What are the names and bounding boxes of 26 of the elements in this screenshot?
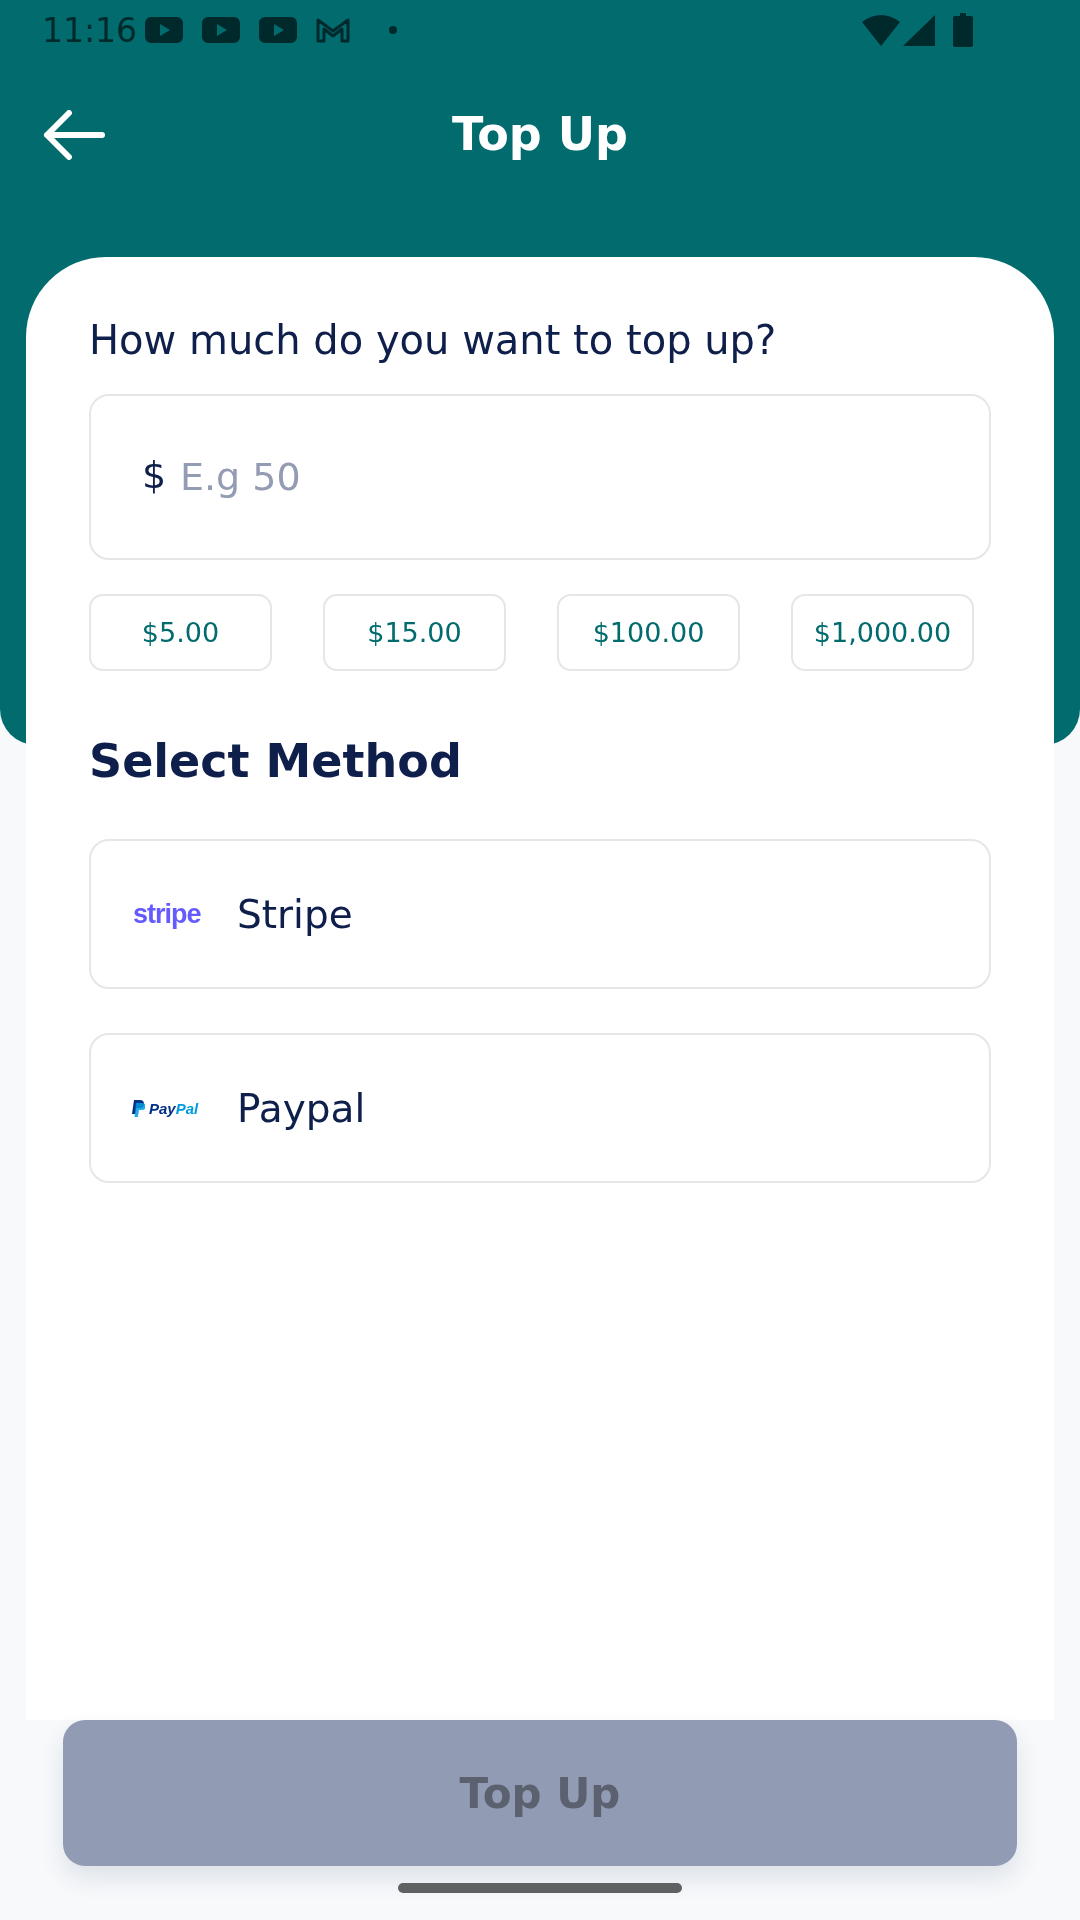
method-name: Stripe: [237, 891, 353, 937]
amount-preset-button[interactable]: $100.00: [557, 594, 740, 671]
payment-method-option[interactable]: PayPal Paypal: [89, 1033, 991, 1183]
amount-label: How much do you want to top up?: [89, 316, 777, 365]
amount-preset-button[interactable]: $1,000.00: [791, 594, 974, 671]
play-icon: [259, 17, 298, 43]
brand-logo: stripe: [133, 898, 201, 930]
amount-preset-button[interactable]: $15.00: [323, 594, 506, 671]
signal-icon: [903, 14, 935, 46]
play-icon: [145, 17, 184, 43]
p-logo-icon: [131, 1099, 145, 1117]
wifi-icon: [862, 14, 900, 46]
amount-preset-button[interactable]: $5.00: [89, 594, 272, 671]
status-time: 11:16: [42, 13, 138, 47]
notification-dot-icon: [389, 26, 398, 34]
method-name: Paypal: [237, 1085, 366, 1131]
brand-logo: PayPal: [149, 1099, 199, 1117]
m-logo-icon: [316, 17, 351, 43]
payment-method-option[interactable]: stripe Stripe: [89, 839, 991, 989]
currency-symbol: $: [142, 452, 167, 498]
section-title: Select Method: [89, 733, 462, 790]
back-button[interactable]: [42, 110, 106, 160]
screen-title: Top Up: [451, 107, 629, 163]
back-arrow-icon: [42, 110, 106, 160]
battery-icon: [953, 13, 973, 47]
play-icon: [202, 17, 241, 43]
